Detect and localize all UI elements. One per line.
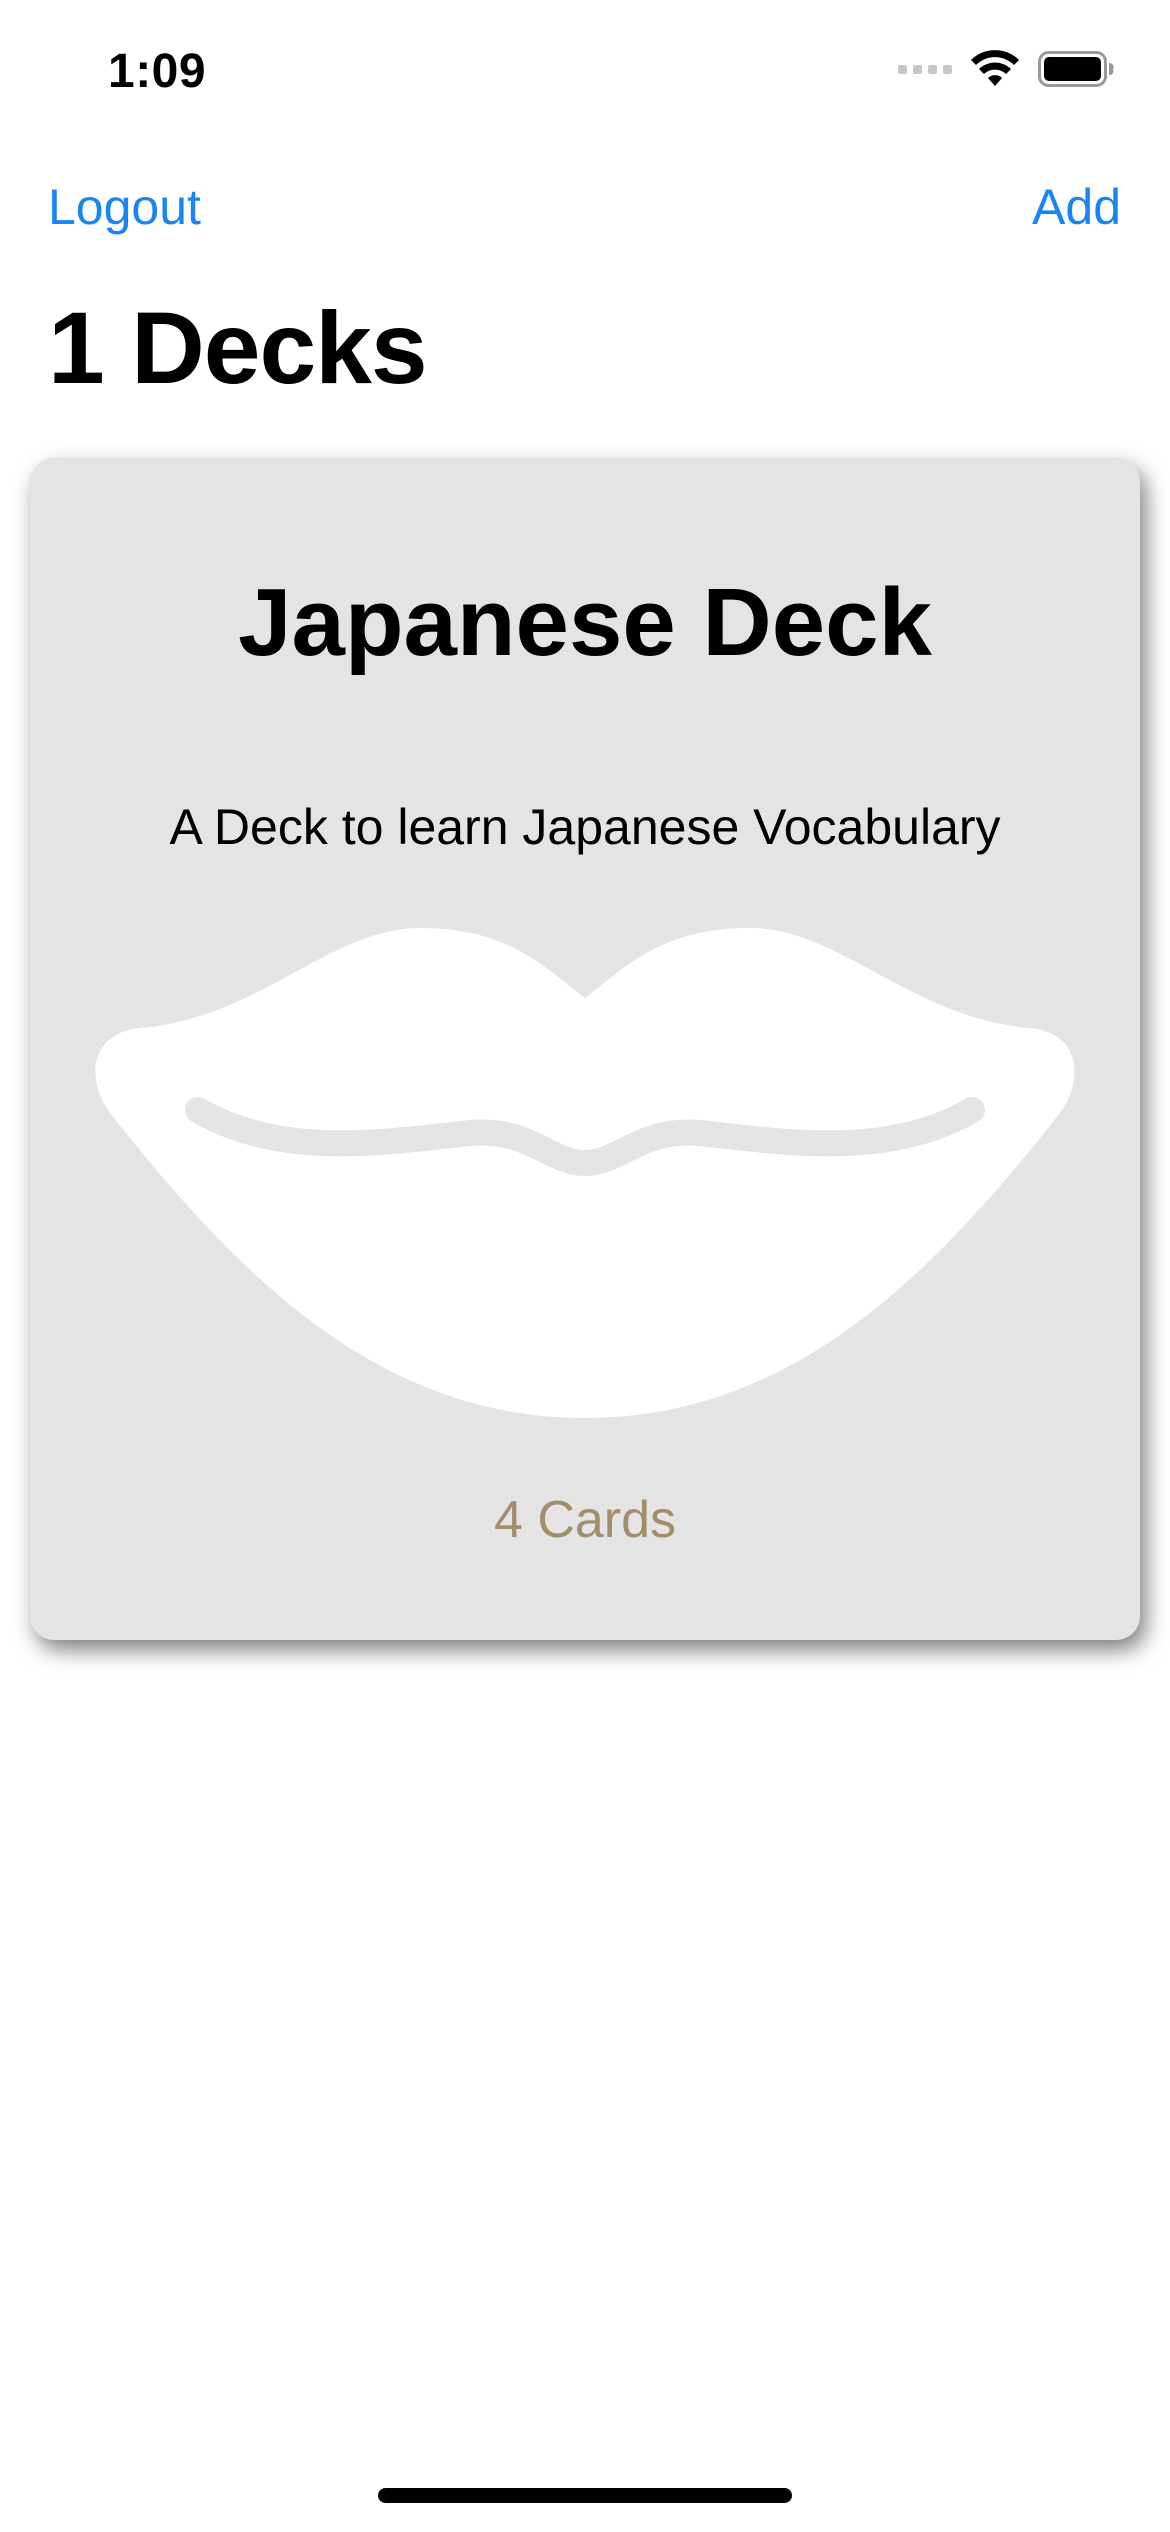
deck-description: A Deck to learn Japanese Vocabulary bbox=[169, 799, 1001, 855]
logout-button[interactable]: Logout bbox=[48, 178, 201, 236]
page-title: 1 Decks bbox=[48, 291, 428, 405]
status-bar: 1:09 bbox=[0, 0, 1170, 150]
status-time: 1:09 bbox=[108, 45, 207, 98]
add-button[interactable]: Add bbox=[1032, 178, 1121, 236]
deck-card-count: 4 Cards bbox=[493, 1491, 677, 1549]
wifi-icon bbox=[971, 50, 1019, 86]
battery-icon bbox=[1038, 51, 1114, 87]
cellular-signal-icon bbox=[898, 64, 952, 74]
lips-icon bbox=[95, 928, 1075, 1418]
navigation-bar: Logout Add bbox=[0, 170, 1170, 250]
home-indicator[interactable] bbox=[378, 2488, 792, 2503]
status-icons bbox=[898, 50, 1114, 88]
deck-title: Japanese Deck bbox=[238, 569, 932, 676]
deck-card[interactable]: Japanese Deck A Deck to learn Japanese V… bbox=[30, 458, 1140, 1640]
